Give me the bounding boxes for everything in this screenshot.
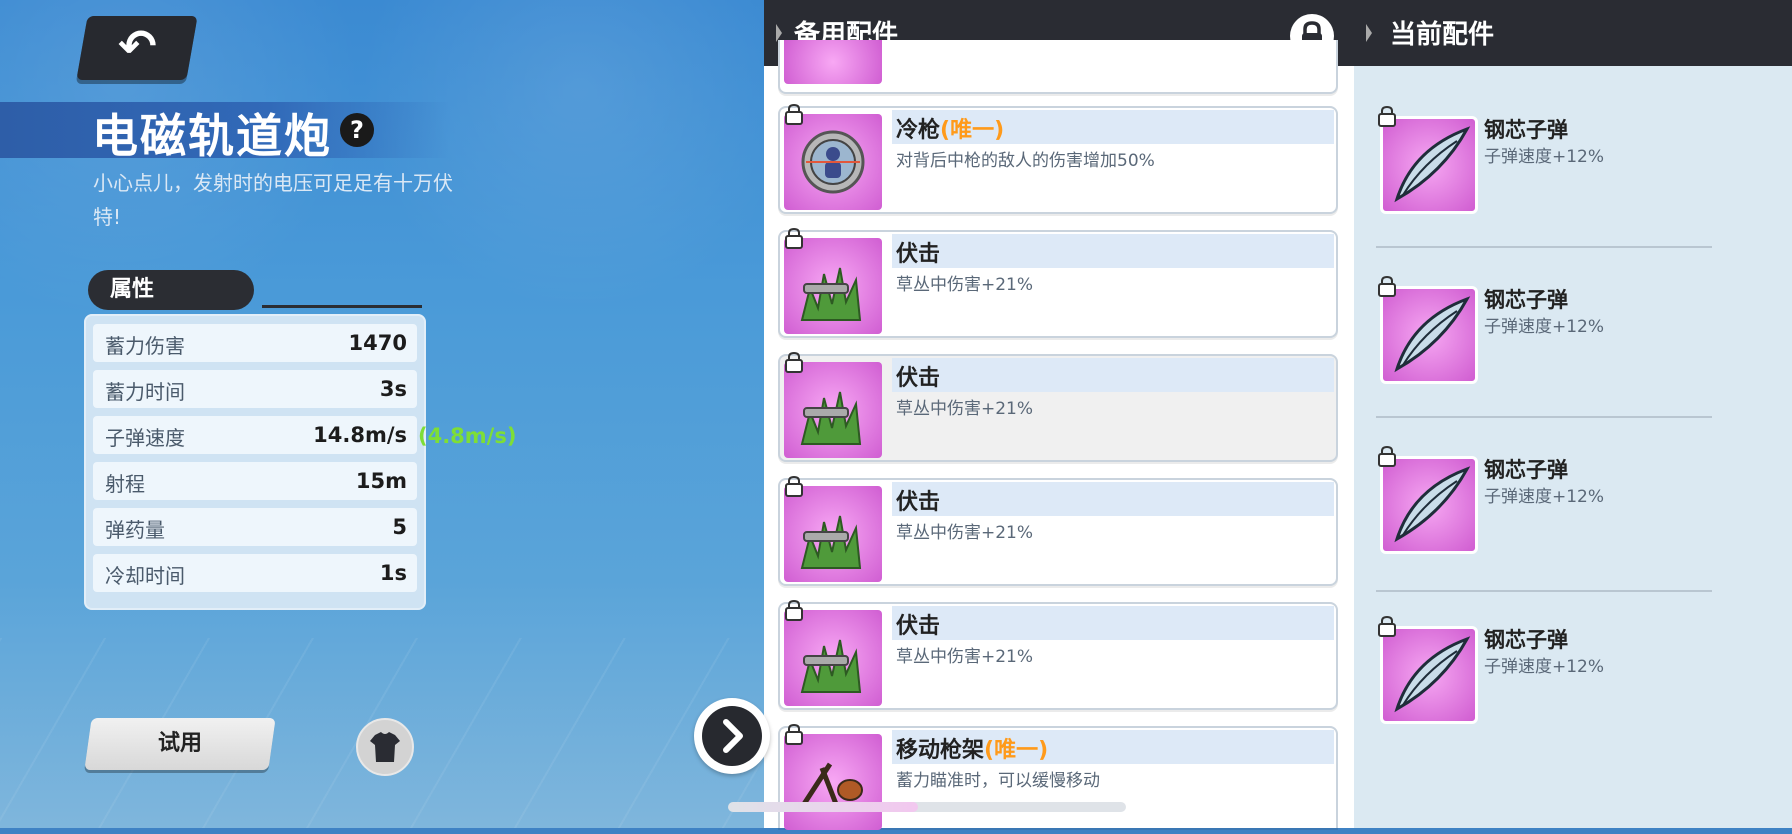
list-item[interactable]: 伏击 草丛中伤害+21% (778, 475, 1338, 586)
stat-row: 子弹速度 14.8m/s (93, 416, 417, 454)
chevron-right-icon (723, 719, 743, 753)
list-item[interactable] (778, 40, 1338, 94)
stat-value: 1470 (348, 331, 407, 355)
skin-button[interactable] (356, 718, 414, 776)
bipod-icon (784, 734, 882, 830)
list-item[interactable]: 冷枪(唯一) 对背后中枪的敌人的伤害增加50% (778, 103, 1338, 214)
part-description: 草丛中伤害+21% (896, 523, 1034, 543)
padlock-icon (785, 475, 803, 497)
card-name-band (892, 606, 1334, 640)
divider (1376, 246, 1712, 248)
stat-label: 射程 (105, 472, 145, 496)
bullet-icon (1380, 456, 1478, 554)
part-description: 草丛中伤害+21% (896, 399, 1034, 419)
card-name-band (892, 358, 1334, 392)
part-icon (784, 40, 882, 84)
stat-label: 蓄力伤害 (105, 334, 185, 358)
stat-label: 弹药量 (105, 518, 165, 542)
stat-row: 蓄力伤害 1470 (93, 324, 417, 362)
part-description: 子弹速度+12% (1484, 317, 1605, 337)
padlock-icon (1378, 445, 1396, 467)
try-button[interactable]: 试用 (84, 718, 276, 770)
help-icon[interactable]: ? (340, 113, 374, 147)
list-item[interactable]: 移动枪架(唯一) 蓄力瞄准时，可以缓慢移动 (778, 723, 1338, 830)
weapon-description: 小心点儿，发射时的电压可足足有十万伏特! (93, 171, 453, 229)
part-description: 草丛中伤害+21% (896, 647, 1034, 667)
part-name: 伏击 (896, 614, 941, 639)
equipped-slot[interactable]: 钢芯子弹 子弹速度+12% (1376, 445, 1716, 556)
stat-label: 冷却时间 (105, 564, 185, 588)
part-description: 对背后中枪的敌人的伤害增加50% (896, 151, 1155, 171)
undo-arrow-icon: ↶ (118, 19, 157, 73)
bullet-speed-bonus: (4.8m/s) (418, 424, 517, 448)
padlock-icon (785, 103, 803, 125)
horizontal-scrollbar[interactable] (728, 802, 1126, 812)
grass-gun-icon (784, 238, 882, 334)
equipped-slot[interactable]: 钢芯子弹 子弹速度+12% (1376, 105, 1716, 216)
part-name: 钢芯子弹 (1484, 458, 1568, 482)
padlock-icon (785, 723, 803, 745)
unique-tag: (唯一) (984, 738, 1049, 763)
bullet-icon (1380, 116, 1478, 214)
padlock-icon (1378, 275, 1396, 297)
stat-label: 子弹速度 (105, 426, 185, 450)
weapon-name: 电磁轨道炮 (92, 109, 332, 163)
part-name: 伏击 (896, 490, 941, 515)
padlock-icon (1378, 105, 1396, 127)
equipped-slot[interactable]: 钢芯子弹 子弹速度+12% (1376, 615, 1716, 726)
grass-gun-icon (784, 362, 882, 458)
part-description: 草丛中伤害+21% (896, 275, 1034, 295)
crosshair-icon (784, 114, 882, 210)
bullet-icon (1380, 626, 1478, 724)
part-description: 子弹速度+12% (1484, 147, 1605, 167)
grass-gun-icon (784, 486, 882, 582)
card-name-band (892, 234, 1334, 268)
padlock-icon (785, 227, 803, 249)
stats-panel: 蓄力伤害 1470 蓄力时间 3s 子弹速度 14.8m/s 射程 15m 弹药… (84, 314, 426, 610)
stat-value: 14.8m/s (313, 423, 407, 447)
part-name: 钢芯子弹 (1484, 628, 1568, 652)
part-name: 移动枪架(唯一) (896, 738, 1049, 763)
card-name-band (892, 482, 1334, 516)
divider (1376, 590, 1712, 592)
bullet-icon (1380, 286, 1478, 384)
stat-row: 射程 15m (93, 462, 417, 500)
padlock-icon (785, 351, 803, 373)
attributes-tab: 属性 (88, 270, 254, 310)
list-item[interactable]: 伏击 草丛中伤害+21% (778, 351, 1338, 462)
try-button-label: 试用 (157, 731, 202, 756)
part-name: 钢芯子弹 (1484, 288, 1568, 312)
part-description: 子弹速度+12% (1484, 487, 1605, 507)
equipped-slot[interactable]: 钢芯子弹 子弹速度+12% (1376, 275, 1716, 386)
stat-value: 5 (392, 515, 407, 539)
grass-gun-icon (784, 610, 882, 706)
next-button-circle (702, 706, 762, 766)
back-button[interactable]: ↶ (76, 16, 198, 80)
part-name: 钢芯子弹 (1484, 118, 1568, 142)
list-item[interactable]: 伏击 草丛中伤害+21% (778, 227, 1338, 338)
current-parts-title: 当前配件 (1390, 20, 1495, 50)
part-description: 子弹速度+12% (1484, 657, 1605, 677)
padlock-icon (1378, 615, 1396, 637)
shirt-icon (370, 732, 400, 762)
list-item[interactable]: 伏击 草丛中伤害+21% (778, 599, 1338, 710)
stat-value: 15m (355, 469, 407, 493)
part-name: 伏击 (896, 366, 941, 391)
stat-row: 弹药量 5 (93, 508, 417, 546)
stat-label: 蓄力时间 (105, 380, 185, 404)
stat-value: 1s (379, 561, 407, 585)
scrollbar-thumb[interactable] (728, 802, 918, 812)
padlock-icon (785, 599, 803, 621)
stat-row: 冷却时间 1s (93, 554, 417, 592)
divider (1376, 416, 1712, 418)
next-button[interactable] (694, 698, 770, 774)
stat-value: 3s (379, 377, 407, 401)
part-description: 蓄力瞄准时，可以缓慢移动 (896, 771, 1100, 791)
unique-tag: (唯一) (940, 118, 1005, 143)
attributes-divider (262, 305, 422, 308)
stat-row: 蓄力时间 3s (93, 370, 417, 408)
part-name: 冷枪(唯一) (896, 118, 1005, 143)
part-name: 伏击 (896, 242, 941, 267)
